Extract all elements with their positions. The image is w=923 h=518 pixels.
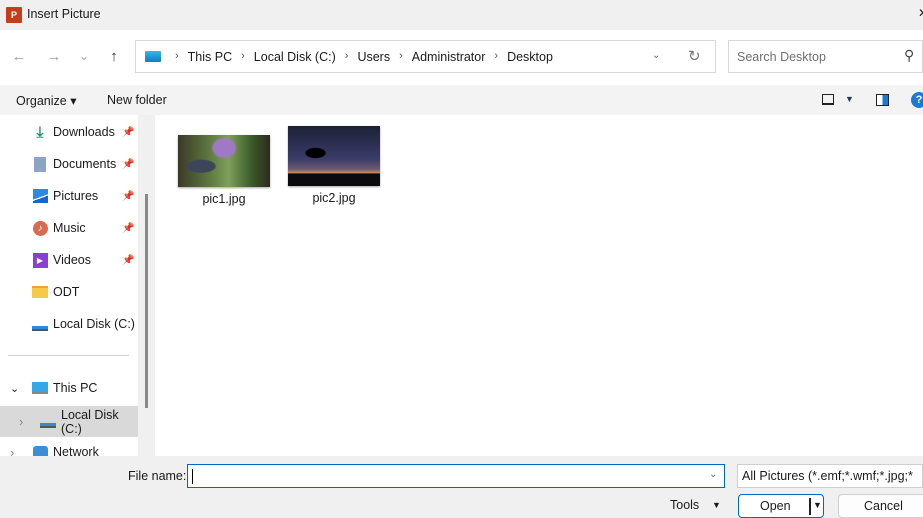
cancel-button[interactable]: Cancel — [838, 494, 923, 518]
folder-icon — [32, 284, 48, 300]
sidebar-item-pictures[interactable]: Pictures 📌 — [0, 182, 138, 210]
pin-icon[interactable]: 📌 — [122, 159, 134, 170]
window-title: Insert Picture — [27, 7, 101, 21]
tree-item-network[interactable]: › Network — [0, 438, 138, 456]
powerpoint-icon: P — [6, 7, 22, 23]
drive-icon — [40, 414, 56, 430]
breadcrumb-users[interactable]: Users — [357, 50, 390, 64]
sidebar-item-odt[interactable]: ODT — [0, 278, 138, 306]
thumbnail-butterfly — [178, 135, 270, 187]
music-icon: ♪ — [32, 220, 48, 236]
address-bar[interactable]: › This PC › Local Disk (C:) › Users › Admin… — [135, 40, 716, 73]
this-pc-icon — [145, 51, 161, 62]
pin-icon[interactable]: 📌 — [122, 255, 134, 266]
network-icon — [32, 444, 48, 456]
preview-pane-icon[interactable] — [876, 94, 889, 106]
scrollbar-thumb[interactable] — [145, 194, 148, 408]
open-button[interactable]: Open ▼ — [738, 494, 824, 518]
open-dropdown-icon[interactable]: ▼ — [813, 500, 822, 510]
breadcrumb-this-pc[interactable]: This PC — [188, 50, 232, 64]
view-icon[interactable] — [822, 94, 834, 105]
close-button[interactable]: ✕ — [918, 6, 923, 20]
back-button[interactable]: ← — [8, 45, 30, 67]
documents-icon — [32, 156, 48, 172]
tools-dropdown-icon[interactable]: ▼ — [712, 500, 721, 510]
tree-item-this-pc[interactable]: ⌄ This PC — [0, 374, 138, 402]
chevron-down-icon[interactable]: ⌄ — [709, 469, 717, 480]
file-item[interactable]: pic1.jpg — [178, 135, 270, 206]
recent-locations-button[interactable]: ⌄ — [73, 45, 95, 67]
file-item[interactable]: pic2.jpg — [288, 126, 380, 205]
search-icon[interactable]: ⚲ — [904, 47, 914, 64]
search-placeholder: Search Desktop — [737, 50, 826, 64]
sidebar-item-downloads[interactable]: ⤓ Downloads 📌 — [0, 118, 138, 146]
file-type-select[interactable]: All Pictures (*.emf;*.wmf;*.jpg;* — [737, 464, 923, 488]
breadcrumb-administrator[interactable]: Administrator — [412, 50, 486, 64]
title-bar: P Insert Picture ✕ — [0, 0, 923, 30]
pin-icon[interactable]: 📌 — [122, 191, 134, 202]
up-button[interactable]: ↑ — [103, 45, 125, 67]
file-name-label: File name: — [128, 469, 187, 483]
pin-icon[interactable]: 📌 — [122, 223, 134, 234]
chevron-right-icon[interactable]: › — [10, 445, 14, 457]
organize-button[interactable]: Organize ▾ — [16, 93, 76, 108]
tree-item-local-disk[interactable]: › Local Disk (C:) — [0, 406, 138, 437]
split-divider — [809, 498, 811, 515]
breadcrumb-local-disk[interactable]: Local Disk (C:) — [254, 50, 336, 64]
pictures-icon — [32, 188, 48, 204]
command-bar: Organize ▾ New folder ▼ — [0, 85, 923, 115]
chevron-down-icon[interactable]: ⌄ — [652, 50, 660, 61]
sidebar-item-documents[interactable]: Documents 📌 — [0, 150, 138, 178]
thumbnail-joshua-tree — [288, 126, 380, 186]
drive-icon — [32, 316, 48, 332]
chevron-right-icon[interactable]: › — [19, 414, 23, 429]
chevron-down-icon[interactable]: ⌄ — [10, 382, 19, 395]
videos-icon: ▶ — [32, 252, 48, 268]
refresh-icon[interactable]: ↻ — [688, 47, 701, 65]
file-name-input[interactable]: ⌄ — [187, 464, 725, 488]
breadcrumb: › This PC › Local Disk (C:) › Users › Admin… — [175, 50, 553, 64]
text-caret — [192, 469, 193, 484]
sidebar-item-videos[interactable]: ▶ Videos 📌 — [0, 246, 138, 274]
tools-button[interactable]: Tools — [670, 498, 699, 512]
file-list: pic1.jpg pic2.jpg — [155, 115, 923, 456]
view-dropdown-icon[interactable]: ▼ — [845, 94, 854, 104]
new-folder-button[interactable]: New folder — [107, 93, 167, 107]
help-icon[interactable]: ? — [911, 92, 923, 108]
monitor-icon — [32, 380, 48, 396]
breadcrumb-desktop[interactable]: Desktop — [507, 50, 553, 64]
divider — [8, 355, 129, 356]
sidebar-item-local-disk[interactable]: Local Disk (C:) — [0, 310, 138, 338]
navigation-pane: ⤓ Downloads 📌 Documents 📌 Pictures 📌 ♪ M… — [0, 115, 138, 456]
download-icon: ⤓ — [36, 123, 44, 141]
search-input[interactable]: Search Desktop ⚲ — [728, 40, 923, 73]
forward-button[interactable]: → — [43, 45, 65, 67]
pin-icon[interactable]: 📌 — [122, 127, 134, 138]
sidebar-item-music[interactable]: ♪ Music 📌 — [0, 214, 138, 242]
